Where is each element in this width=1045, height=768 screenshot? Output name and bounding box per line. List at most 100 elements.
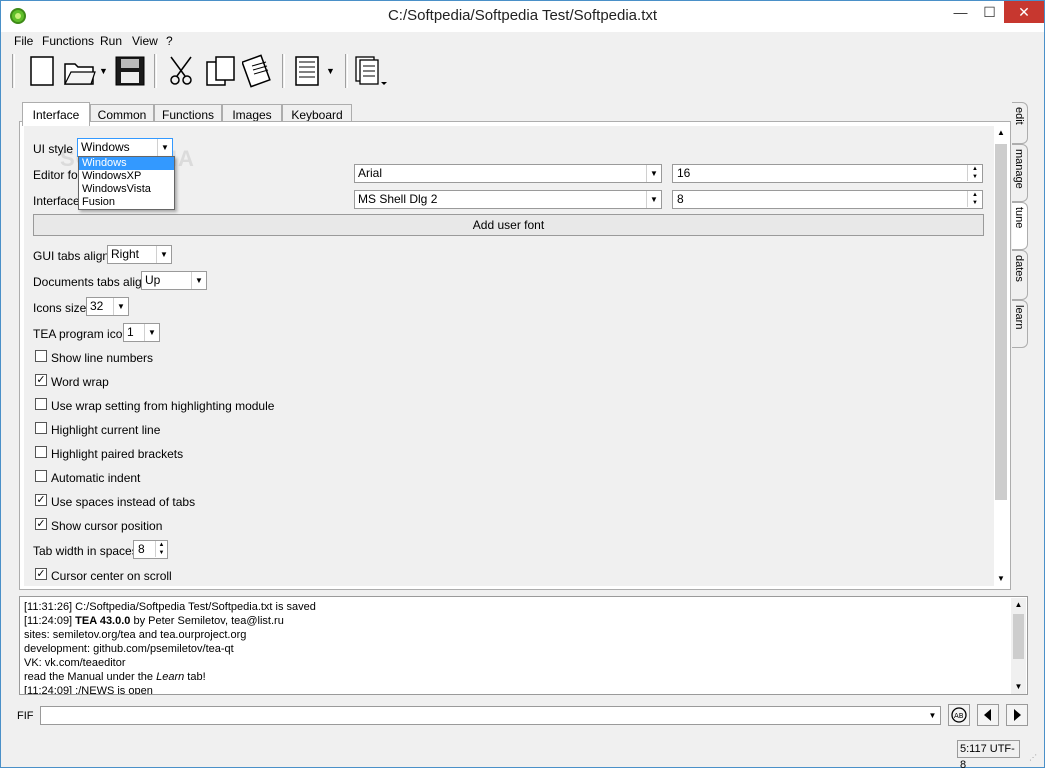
chevron-down-icon[interactable]: ▼ xyxy=(925,707,940,724)
word-wrap-checkbox[interactable]: ✓ xyxy=(35,374,47,386)
gui-tabs-align-label: GUI tabs align xyxy=(33,249,110,263)
chevron-down-icon[interactable]: ▼ xyxy=(646,165,661,182)
log-text: [11:31:26] C:/Softpedia/Softpedia Test/S… xyxy=(24,601,316,613)
side-tab-manage[interactable]: manage xyxy=(1012,144,1028,202)
log-line: [11:24:09] :/NEWS is open xyxy=(24,685,153,695)
interface-font-select[interactable]: MS Shell Dlg 2 ▼ xyxy=(354,190,662,209)
highlight-paired-brackets-checkbox[interactable] xyxy=(35,446,47,458)
ui-style-option[interactable]: WindowsVista xyxy=(79,183,174,196)
chevron-down-icon[interactable]: ▼ xyxy=(157,139,172,156)
toolbar-grip[interactable] xyxy=(154,54,157,88)
menu-run[interactable]: Run xyxy=(100,34,122,48)
log-scrollbar[interactable]: ▲ ▼ xyxy=(1011,598,1026,694)
chevron-down-icon[interactable]: ▼ xyxy=(144,324,159,341)
copy-icon[interactable] xyxy=(204,54,238,88)
next-arrow-icon[interactable] xyxy=(1006,704,1028,726)
icons-size-select[interactable]: 32 ▼ xyxy=(86,297,129,316)
tab-interface[interactable]: Interface xyxy=(22,102,90,126)
documents-tabs-align-label: Documents tabs align xyxy=(33,275,149,289)
ui-style-option[interactable]: Windows xyxy=(79,157,174,170)
open-dropdown-icon[interactable]: ▼ xyxy=(99,66,109,76)
chevron-down-icon[interactable]: ▼ xyxy=(646,191,661,208)
log-text: [11:24:09] :/NEWS is open xyxy=(24,685,153,695)
add-user-font-button[interactable]: Add user font xyxy=(33,214,984,236)
use-spaces-checkbox[interactable]: ✓ xyxy=(35,494,47,506)
spin-up-icon[interactable]: ▲ xyxy=(967,191,982,199)
documents-list-icon[interactable] xyxy=(353,54,387,88)
documents-tabs-align-select[interactable]: Up ▼ xyxy=(141,271,207,290)
automatic-indent-checkbox[interactable] xyxy=(35,470,47,482)
chevron-down-icon[interactable]: ▼ xyxy=(191,272,206,289)
chevron-down-icon[interactable]: ▼ xyxy=(113,298,128,315)
side-tab-tune[interactable]: tune xyxy=(1012,202,1028,250)
ui-style-select[interactable]: Windows ▼ xyxy=(77,138,173,157)
find-icon[interactable]: AB xyxy=(948,704,970,726)
spin-up-icon[interactable]: ▲ xyxy=(967,165,982,173)
app-window: C:/Softpedia/Softpedia Test/Softpedia.tx… xyxy=(0,0,1045,768)
toolbar-grip[interactable] xyxy=(12,54,15,88)
side-tab-edit[interactable]: edit xyxy=(1012,102,1028,144)
side-tab-dates[interactable]: dates xyxy=(1012,250,1028,300)
interface-font-label: Interface xyxy=(33,194,80,208)
cursor-center-checkbox[interactable]: ✓ xyxy=(35,568,47,580)
menu-functions[interactable]: Functions xyxy=(42,34,94,48)
editor-font-size-spinbox[interactable]: 16 ▲ ▼ xyxy=(672,164,983,183)
prev-arrow-icon[interactable] xyxy=(977,704,999,726)
tab-width-spinbox[interactable]: 8 ▲ ▼ xyxy=(133,540,168,559)
log-text: VK: vk.com/teaeditor xyxy=(24,657,126,669)
log-panel[interactable]: [11:31:26] C:/Softpedia/Softpedia Test/S… xyxy=(19,596,1028,695)
resize-grip-icon[interactable]: ⋰ xyxy=(1029,753,1041,765)
log-line: sites: semiletov.org/tea and tea.ourproj… xyxy=(24,629,246,641)
tea-program-icon-select[interactable]: 1 ▼ xyxy=(123,323,160,342)
open-folder-icon[interactable] xyxy=(63,54,97,88)
title-bar[interactable]: C:/Softpedia/Softpedia Test/Softpedia.tx… xyxy=(1,1,1044,32)
toolbar-grip[interactable] xyxy=(345,54,348,88)
scroll-thumb[interactable] xyxy=(1013,614,1024,659)
show-cursor-position-label: Show cursor position xyxy=(51,519,163,533)
menu-view[interactable]: View xyxy=(132,34,158,48)
log-text: sites: semiletov.org/tea and tea.ourproj… xyxy=(24,629,247,641)
side-tab-tune-label: tune xyxy=(1013,207,1025,229)
maximize-icon[interactable]: ☐ xyxy=(975,1,1004,23)
gui-tabs-align-select[interactable]: Right ▼ xyxy=(107,245,172,264)
highlight-current-line-checkbox[interactable] xyxy=(35,422,47,434)
editor-font-select[interactable]: Arial ▼ xyxy=(354,164,662,183)
spin-down-icon[interactable]: ▼ xyxy=(967,173,982,181)
show-cursor-position-checkbox[interactable]: ✓ xyxy=(35,518,47,530)
minimize-icon[interactable]: — xyxy=(946,1,975,23)
new-file-icon[interactable] xyxy=(25,54,59,88)
fif-input[interactable]: ▼ xyxy=(40,706,941,725)
cut-scissors-icon[interactable] xyxy=(165,54,199,88)
scroll-down-icon[interactable]: ▼ xyxy=(994,572,1008,586)
menu-help[interactable]: ? xyxy=(166,34,173,48)
spin-down-icon[interactable]: ▼ xyxy=(967,199,982,207)
close-icon[interactable]: ✕ xyxy=(1004,1,1044,23)
log-line: read the Manual under the Learn tab! xyxy=(24,671,206,683)
ui-style-option[interactable]: WindowsXP xyxy=(79,170,174,183)
settings-scrollbar[interactable]: ▲ ▼ xyxy=(994,126,1008,586)
scroll-up-icon[interactable]: ▲ xyxy=(1011,598,1026,612)
side-tab-learn[interactable]: learn xyxy=(1012,300,1028,348)
scroll-thumb[interactable] xyxy=(995,144,1007,500)
ui-style-option[interactable]: Fusion xyxy=(79,196,174,209)
toolbar-grip[interactable] xyxy=(282,54,285,88)
interface-font-size-spinbox[interactable]: 8 ▲ ▼ xyxy=(672,190,983,209)
side-tab-learn-label: learn xyxy=(1013,305,1025,330)
show-line-numbers-checkbox[interactable] xyxy=(35,350,47,362)
svg-text:AB: AB xyxy=(954,712,964,720)
bookmarks-icon[interactable] xyxy=(291,54,325,88)
bookmarks-dropdown-icon[interactable]: ▼ xyxy=(326,66,336,76)
paste-icon[interactable] xyxy=(241,54,276,88)
chevron-down-icon[interactable]: ▼ xyxy=(156,246,171,263)
word-wrap-label: Word wrap xyxy=(51,375,109,389)
tab-content-frame: SOFTPEDIA UI style Windows ▼ Editor fon … xyxy=(19,121,1011,590)
log-text: by Peter Semiletov, tea@list.ru xyxy=(130,615,284,627)
spin-up-icon[interactable]: ▲ xyxy=(155,541,167,549)
save-disk-icon[interactable] xyxy=(113,54,147,88)
interface-font-value: MS Shell Dlg 2 xyxy=(358,192,438,206)
spin-down-icon[interactable]: ▼ xyxy=(155,549,167,557)
scroll-down-icon[interactable]: ▼ xyxy=(1011,680,1026,694)
menu-file[interactable]: File xyxy=(14,34,33,48)
use-wrap-setting-checkbox[interactable] xyxy=(35,398,47,410)
scroll-up-icon[interactable]: ▲ xyxy=(994,126,1008,140)
